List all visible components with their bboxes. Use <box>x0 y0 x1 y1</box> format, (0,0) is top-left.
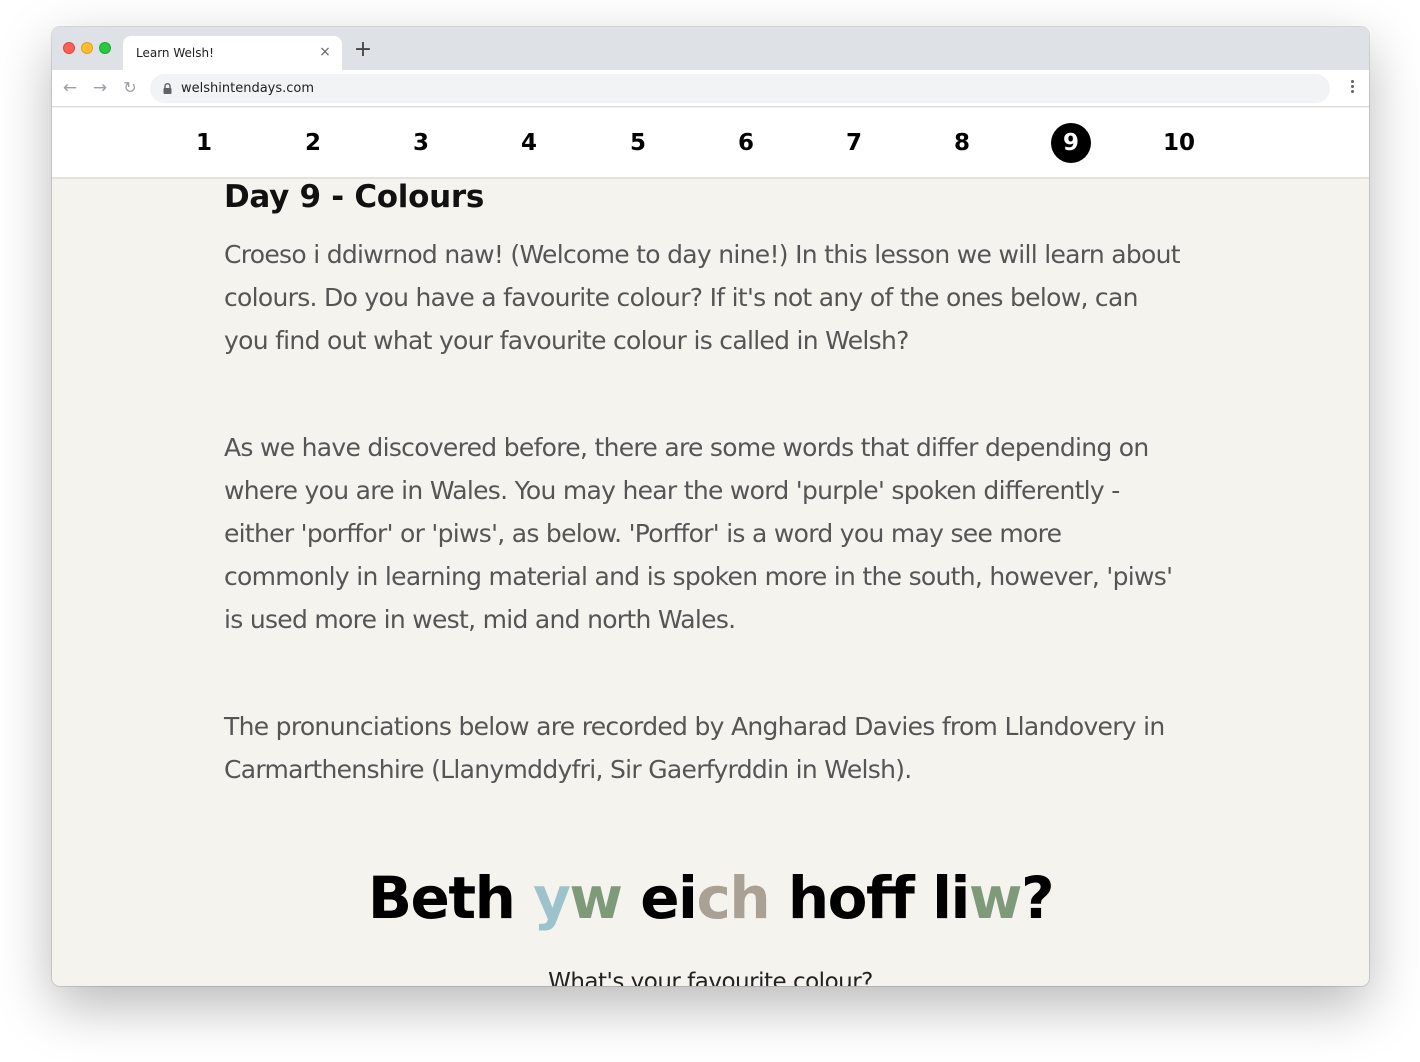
browser-window: Learn Welsh! × + ← → ↻ welshintendays.co… <box>52 27 1369 986</box>
address-bar[interactable]: welshintendays.com <box>150 74 1330 103</box>
browser-toolbar: ← → ↻ welshintendays.com <box>52 70 1369 107</box>
url-text: welshintendays.com <box>181 81 315 96</box>
tab-title: Learn Welsh! <box>136 46 214 60</box>
new-tab-button[interactable]: + <box>352 39 374 61</box>
lesson-heading: Day 9 - Colours <box>224 179 484 215</box>
feature-subtitle: What's your favourite colour? <box>548 969 873 986</box>
day-link-1[interactable]: 1 <box>184 123 224 163</box>
day-link-10[interactable]: 10 <box>1159 123 1199 163</box>
tab-bar: Learn Welsh! × + <box>52 27 1369 70</box>
maximize-window-button[interactable] <box>99 42 111 54</box>
title-question-mark: ? <box>1020 864 1055 932</box>
lesson-paragraph-intro: Croeso i ddiwrnod naw! (Welcome to day n… <box>224 240 1181 355</box>
day-link-5[interactable]: 5 <box>618 123 658 163</box>
title-letter-w-2: w <box>968 864 1023 932</box>
tab-close-icon[interactable]: × <box>316 43 334 61</box>
day-link-2[interactable]: 2 <box>293 123 333 163</box>
day-navigation: 1 2 3 4 5 6 7 8 9 10 <box>52 108 1369 179</box>
minimize-window-button[interactable] <box>81 42 93 54</box>
title-letter-w: w <box>569 864 623 932</box>
lesson-paragraph-dialects: As we have discovered before, there are … <box>224 433 1173 634</box>
day-link-9-active[interactable]: 9 <box>1051 123 1091 163</box>
day-link-3[interactable]: 3 <box>401 123 441 163</box>
title-letters-ch: ch <box>696 864 770 932</box>
title-word-beth: Beth <box>367 864 516 932</box>
title-letters-li: li <box>932 864 970 932</box>
title-letter-y: y <box>533 864 571 932</box>
reload-icon[interactable]: ↻ <box>118 76 142 100</box>
lesson-content: Day 9 - Colours Croeso i ddiwrnod naw! (… <box>52 179 1369 986</box>
title-letters-ei: ei <box>640 864 698 932</box>
day-link-4[interactable]: 4 <box>509 123 549 163</box>
day-link-8[interactable]: 8 <box>942 123 982 163</box>
lock-icon <box>163 83 172 94</box>
day-link-6[interactable]: 6 <box>726 123 766 163</box>
title-word-hoff: hoff <box>787 864 915 932</box>
day-link-7[interactable]: 7 <box>834 123 874 163</box>
browser-menu-icon[interactable] <box>1349 78 1355 98</box>
close-window-button[interactable] <box>63 42 75 54</box>
lesson-paragraph-pronunciations: The pronunciations below are recorded by… <box>224 712 1165 784</box>
forward-arrow-icon[interactable]: → <box>88 76 112 100</box>
back-arrow-icon[interactable]: ← <box>58 76 82 100</box>
welsh-feature-title: Beth yw eich hoff liw? <box>52 864 1369 932</box>
browser-tab[interactable]: Learn Welsh! × <box>123 36 342 70</box>
